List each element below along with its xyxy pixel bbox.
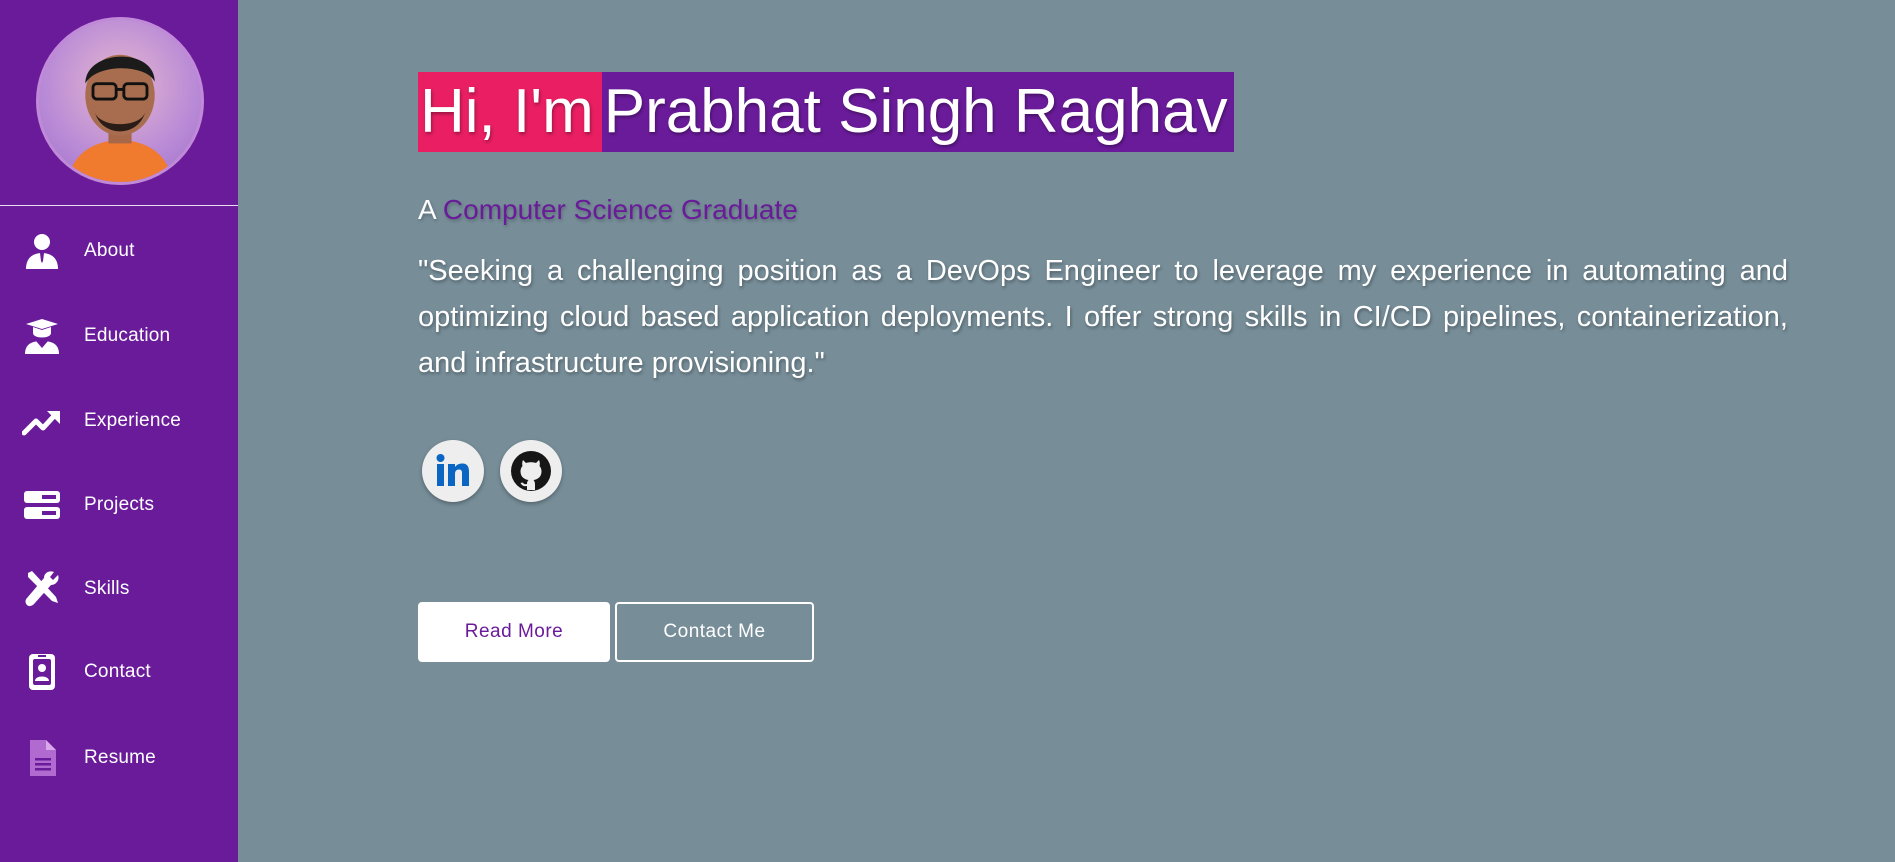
hero-greeting: Hi, I'm	[418, 72, 602, 152]
linkedin-icon	[436, 454, 469, 486]
github-link[interactable]	[500, 440, 562, 502]
linkedin-link[interactable]	[422, 440, 484, 502]
sidebar-divider	[0, 205, 238, 206]
sidebar-item-label: Projects	[84, 494, 155, 515]
sidebar-item-resume[interactable]: Resume	[0, 726, 238, 790]
avatar-photo	[67, 54, 173, 182]
sidebar-item-label: Resume	[84, 747, 156, 768]
sidebar-item-projects[interactable]: Projects	[0, 473, 238, 537]
github-icon	[511, 451, 551, 491]
subtitle-prefix: A	[418, 194, 436, 225]
sidebar-item-education[interactable]: Education	[0, 304, 238, 368]
tools-icon	[20, 567, 64, 611]
career-objective: "Seeking a challenging position as a Dev…	[418, 255, 1788, 379]
trending-up-icon	[20, 399, 64, 443]
contact-me-button[interactable]: Contact Me	[615, 602, 814, 662]
sidebar-item-label: Experience	[84, 410, 182, 431]
person-icon	[20, 229, 64, 273]
sidebar-item-skills[interactable]: Skills	[0, 557, 238, 621]
sidebar-item-contact[interactable]: Contact	[0, 640, 238, 704]
hero-name: Prabhat Singh Raghav	[601, 72, 1234, 152]
subtitle-role: Computer Science Graduate	[442, 194, 798, 225]
avatar	[36, 17, 204, 185]
document-icon	[20, 736, 64, 780]
server-icon	[20, 483, 64, 527]
read-more-button[interactable]: Read More	[418, 602, 610, 662]
sidebar-item-about[interactable]: About	[0, 219, 238, 283]
sidebar-item-experience[interactable]: Experience	[0, 389, 238, 453]
graduation-icon	[20, 314, 64, 358]
hero-subtitle: A Computer Science Graduate	[418, 192, 798, 228]
hero-title: Hi, I'm Prabhat Singh Raghav	[418, 72, 1234, 152]
sidebar: About Education Experience Projects Skil…	[0, 0, 238, 862]
sidebar-item-label: Education	[84, 325, 171, 346]
sidebar-item-label: Skills	[84, 578, 130, 599]
sidebar-item-label: Contact	[84, 661, 151, 682]
sidebar-item-label: About	[84, 240, 135, 261]
contact-card-icon	[20, 650, 64, 694]
